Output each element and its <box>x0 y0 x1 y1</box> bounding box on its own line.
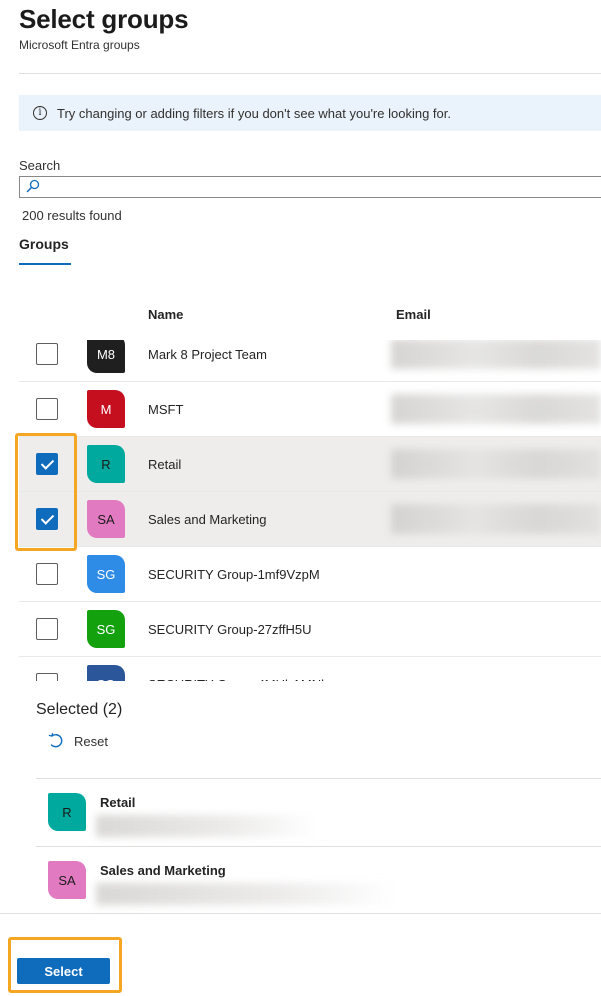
table-row[interactable]: M8 Mark 8 Project Team <box>19 340 601 382</box>
avatar: SA <box>48 861 86 899</box>
row-checkbox[interactable] <box>36 398 58 420</box>
search-icon <box>26 179 40 193</box>
avatar: R <box>48 793 86 831</box>
redacted-email <box>96 883 396 905</box>
table-row[interactable]: SG SECURITY Group-4MUbAMNl <box>19 657 601 681</box>
redacted-email <box>391 394 601 424</box>
row-checkbox[interactable] <box>36 563 58 585</box>
row-name: Mark 8 Project Team <box>148 347 267 362</box>
page-title: Select groups <box>19 4 189 34</box>
footer-divider <box>0 913 601 914</box>
avatar: R <box>87 445 125 483</box>
selected-item-sales-and-marketing: SA Sales and Marketing <box>36 847 601 915</box>
redacted-email <box>391 449 601 479</box>
column-header-name[interactable]: Name <box>148 307 183 322</box>
info-icon: i <box>33 106 47 120</box>
reset-label: Reset <box>74 733 108 749</box>
tab-groups[interactable]: Groups <box>19 236 69 252</box>
selected-item-name: Retail <box>100 795 136 810</box>
table-row[interactable]: SG SECURITY Group-1mf9VzpM <box>19 547 601 602</box>
groups-list[interactable]: M8 Mark 8 Project Team M MSFT R Retail SA Sales… <box>19 340 601 681</box>
table-row[interactable]: SA Sales and Marketing <box>19 492 601 547</box>
redacted-email <box>391 504 601 534</box>
row-name: Sales and Marketing <box>148 512 267 527</box>
row-name: MSFT <box>148 402 184 417</box>
avatar: SG <box>87 610 125 648</box>
table-row[interactable]: M MSFT <box>19 382 601 437</box>
tab-active-indicator <box>19 263 71 265</box>
redacted-email <box>96 815 316 837</box>
highlight-callout-checkboxes <box>15 433 77 551</box>
row-checkbox[interactable] <box>36 673 58 681</box>
selected-item-retail: R Retail <box>36 779 601 847</box>
table-row[interactable]: R Retail <box>19 437 601 492</box>
info-message-bar: i Try changing or adding filters if you … <box>19 95 601 131</box>
avatar: M8 <box>87 340 125 373</box>
avatar: SA <box>87 500 125 538</box>
info-message-text: Try changing or adding filters if you do… <box>57 105 451 121</box>
search-input[interactable] <box>19 176 601 198</box>
selected-panel-title: Selected (2) <box>36 701 123 718</box>
redacted-email <box>391 340 601 369</box>
row-name: SECURITY Group-27zffH5U <box>148 622 312 637</box>
row-name: SECURITY Group-1mf9VzpM <box>148 567 320 582</box>
header-divider <box>19 73 601 74</box>
selected-item-name: Sales and Marketing <box>100 863 226 878</box>
search-label: Search <box>19 158 61 173</box>
row-checkbox[interactable] <box>36 618 58 640</box>
avatar: M <box>87 390 125 428</box>
results-count: 200 results found <box>22 208 122 223</box>
column-header-email[interactable]: Email <box>396 307 431 322</box>
row-checkbox[interactable] <box>36 343 58 365</box>
page-subtitle: Microsoft Entra groups <box>19 38 140 52</box>
row-name: SECURITY Group-4MUbAMNl <box>148 677 324 681</box>
undo-icon <box>48 733 63 748</box>
table-row[interactable]: SG SECURITY Group-27zffH5U <box>19 602 601 657</box>
avatar: SG <box>87 555 125 593</box>
highlight-callout-select <box>8 937 122 993</box>
avatar: SG <box>87 665 125 681</box>
reset-button[interactable]: Reset <box>48 733 108 749</box>
row-name: Retail <box>148 457 182 472</box>
